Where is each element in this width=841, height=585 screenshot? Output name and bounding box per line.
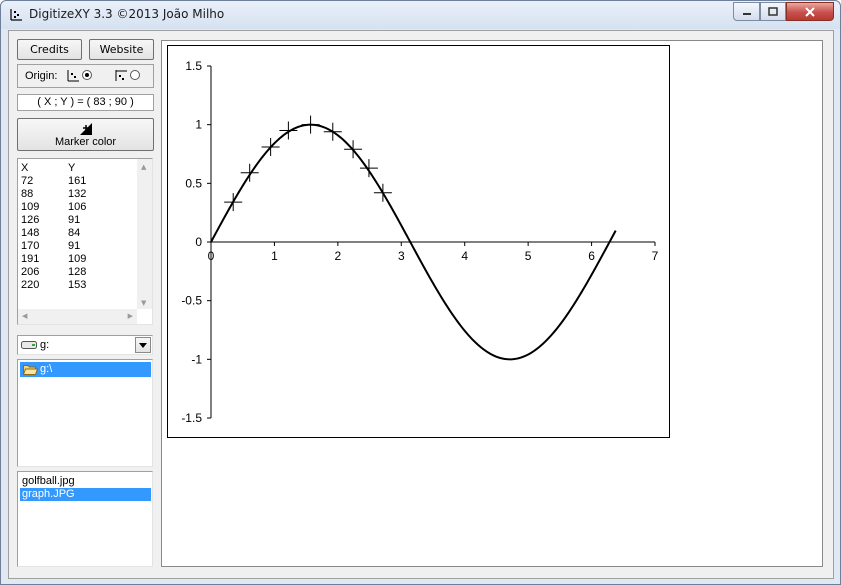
table-row[interactable]: 88 132 (18, 188, 138, 201)
graph-image[interactable]: 1.5 1 0.5 0 -0.5 -1 -1.5 0 1 2 3 4 5 6 7 (167, 45, 670, 438)
x-value: 72 (21, 175, 34, 187)
x-value: 148 (21, 227, 40, 239)
folder-open-icon (23, 365, 38, 375)
x-tick-label: 7 (652, 249, 659, 263)
points-header: X Y (18, 162, 138, 175)
data-point-marker (301, 115, 320, 134)
x-value: 170 (21, 240, 40, 252)
x-column-header: X (21, 162, 29, 174)
y-tick-label: 0 (195, 235, 202, 249)
list-item[interactable]: g:\ (20, 362, 151, 377)
y-column-header: Y (68, 162, 76, 174)
window-title: DigitizeXY 3.3 ©2013 João Milho (29, 7, 225, 21)
scroll-up-icon[interactable]: ▲ (141, 163, 146, 171)
drive-icon (21, 341, 37, 349)
points-vertical-scrollbar[interactable]: ▲ ▼ (137, 159, 152, 309)
origin-top-left-icon (115, 70, 127, 81)
data-point-marker (373, 183, 392, 202)
x-value: 220 (21, 279, 40, 291)
table-row[interactable]: 191 109 (18, 253, 138, 266)
y-tick-label: 0.5 (185, 176, 202, 190)
origin-top-left-radio[interactable] (130, 70, 140, 80)
list-item[interactable]: golfball.jpg (20, 475, 151, 488)
origin-label: Origin: (25, 70, 58, 82)
origin-bottom-left-radio[interactable] (82, 70, 92, 80)
drive-value: g: (40, 339, 50, 351)
marker-color-button[interactable]: Marker color (17, 118, 154, 151)
y-tick-label: 1 (195, 118, 202, 132)
x-tick-label: 4 (461, 249, 468, 263)
scroll-right-icon[interactable]: ▶ (128, 312, 133, 320)
title-bar[interactable]: DigitizeXY 3.3 ©2013 João Milho (1, 1, 840, 29)
x-value: 109 (21, 201, 40, 213)
maximize-icon (768, 7, 778, 16)
points-list[interactable]: X Y 72 161 88 132 109 106 126 91 148 84 … (17, 158, 153, 325)
maximize-button[interactable] (760, 2, 786, 21)
folder-list[interactable]: g:\ (17, 359, 153, 467)
table-row[interactable]: 72 161 (18, 175, 138, 188)
table-row[interactable]: 148 84 (18, 227, 138, 240)
folder-label: g:\ (40, 363, 53, 375)
table-row[interactable]: 109 106 (18, 201, 138, 214)
app-window: DigitizeXY 3.3 ©2013 João Milho Credits … (0, 0, 841, 585)
origin-bottom-left-icon (67, 70, 79, 82)
marker-color-label: Marker color (54, 135, 117, 148)
y-tick-label: -0.5 (181, 294, 202, 308)
table-row[interactable]: 170 91 (18, 240, 138, 253)
sine-chart[interactable]: 1.5 1 0.5 0 -0.5 -1 -1.5 0 1 2 3 4 5 6 7 (168, 46, 669, 437)
drive-select[interactable]: g: (17, 335, 153, 355)
close-icon (805, 6, 815, 17)
file-list[interactable]: golfball.jpg graph.JPG (17, 471, 153, 567)
table-row[interactable]: 126 91 (18, 214, 138, 227)
x-value: 206 (21, 266, 40, 278)
drive-dropdown-button[interactable] (135, 337, 151, 353)
y-tick-label: 1.5 (185, 59, 202, 73)
x-value: 88 (21, 188, 34, 200)
x-tick-label: 5 (525, 249, 532, 263)
table-row[interactable]: 206 128 (18, 266, 138, 279)
y-value: 132 (68, 188, 87, 200)
x-value: 191 (21, 253, 40, 265)
x-tick-label: 2 (335, 249, 342, 263)
credits-button[interactable]: Credits (17, 39, 82, 60)
data-point-marker (224, 193, 243, 212)
close-button[interactable] (786, 2, 834, 21)
y-tick-label: -1.5 (181, 411, 202, 425)
x-value: 126 (21, 214, 40, 226)
scroll-left-icon[interactable]: ◀ (22, 312, 27, 320)
marker-color-icon (79, 122, 92, 135)
minimize-button[interactable] (733, 2, 760, 21)
x-tick-label: 6 (588, 249, 595, 263)
y-value: 84 (68, 227, 81, 239)
y-value: 91 (68, 214, 81, 226)
y-value: 153 (68, 279, 87, 291)
y-value: 106 (68, 201, 87, 213)
cursor-readout: ( X ; Y ) = ( 83 ; 90 ) (17, 94, 154, 111)
y-value: 161 (68, 175, 87, 187)
table-row[interactable]: 220 153 (18, 279, 138, 292)
chevron-down-icon (139, 342, 147, 348)
minimize-icon (742, 12, 751, 15)
points-horizontal-scrollbar[interactable]: ◀ ▶ (18, 309, 137, 324)
x-tick-label: 1 (271, 249, 278, 263)
y-value: 109 (68, 253, 87, 265)
y-tick-label: -1 (191, 352, 202, 366)
y-value: 91 (68, 240, 81, 252)
website-button[interactable]: Website (89, 39, 154, 60)
list-item[interactable]: graph.JPG (20, 488, 151, 501)
scroll-down-icon[interactable]: ▼ (141, 299, 146, 307)
data-point-marker (323, 122, 342, 141)
y-value: 128 (68, 266, 87, 278)
digitize-icon (10, 9, 22, 21)
x-tick-label: 0 (208, 249, 215, 263)
origin-group: Origin: (17, 64, 154, 88)
x-tick-label: 3 (398, 249, 405, 263)
